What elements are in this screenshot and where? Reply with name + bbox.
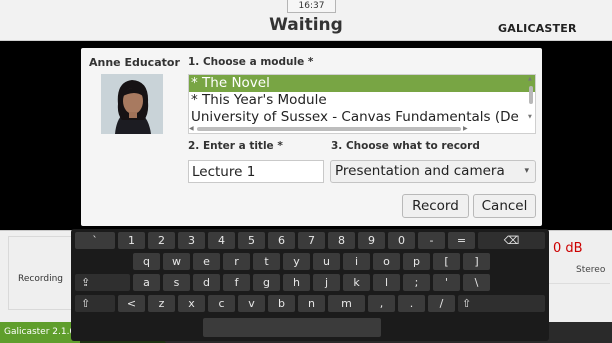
- key-t[interactable]: t: [253, 253, 280, 270]
- key-6[interactable]: 6: [268, 232, 295, 249]
- clock: 16:37: [287, 0, 336, 13]
- key-b[interactable]: b: [268, 295, 295, 312]
- metadata-dialog: Anne Educator 1. Choose a module * * The…: [81, 48, 542, 226]
- key-z[interactable]: z: [148, 295, 175, 312]
- key-r[interactable]: r: [223, 253, 250, 270]
- title-input[interactable]: [188, 160, 324, 183]
- key-h[interactable]: h: [283, 274, 310, 291]
- key-quote[interactable]: ': [433, 274, 460, 291]
- top-bar: 16:37 Waiting GALICASTER: [0, 0, 612, 41]
- key-c[interactable]: c: [208, 295, 235, 312]
- key-8[interactable]: 8: [328, 232, 355, 249]
- key-period[interactable]: .: [398, 295, 425, 312]
- presenter-name: Anne Educator: [89, 56, 180, 69]
- key-f[interactable]: f: [223, 274, 250, 291]
- backspace-icon[interactable]: ⌫: [478, 232, 545, 249]
- key-comma[interactable]: ,: [368, 295, 395, 312]
- key-0[interactable]: 0: [388, 232, 415, 249]
- key-minus[interactable]: -: [418, 232, 445, 249]
- key-3[interactable]: 3: [178, 232, 205, 249]
- scroll-down-icon[interactable]: ▼: [528, 115, 534, 120]
- key-e[interactable]: e: [193, 253, 220, 270]
- avatar: [101, 74, 163, 134]
- galicaster-logo: GALICASTER: [498, 22, 577, 35]
- horizontal-scroll-thumb[interactable]: [197, 127, 461, 131]
- scroll-right-icon[interactable]: ▶: [463, 125, 468, 132]
- space-bar[interactable]: [203, 318, 381, 337]
- key-q[interactable]: q: [133, 253, 160, 270]
- record-select-value: Presentation and camera: [335, 163, 505, 179]
- record-select[interactable]: Presentation and camera ▾: [330, 160, 536, 183]
- horizontal-scrollbar[interactable]: ◀ ▶: [189, 125, 468, 132]
- key-i[interactable]: i: [343, 253, 370, 270]
- record-label: 3. Choose what to record: [331, 140, 480, 152]
- key-slash[interactable]: /: [428, 295, 455, 312]
- presenter-photo: [101, 74, 163, 134]
- title-label: 2. Enter a title *: [188, 140, 283, 152]
- caps-lock-icon[interactable]: ⇪: [75, 274, 130, 291]
- module-item-0[interactable]: * The Novel: [189, 75, 535, 92]
- key-m[interactable]: m: [328, 295, 365, 312]
- shift-right-icon[interactable]: ⇧: [458, 295, 545, 312]
- version-label: Galicaster 2.1.0: [0, 322, 80, 343]
- cancel-button[interactable]: Cancel: [473, 194, 536, 218]
- vertical-scroll-thumb[interactable]: [529, 86, 533, 104]
- record-button[interactable]: Record: [402, 194, 469, 218]
- key-equals[interactable]: =: [448, 232, 475, 249]
- key-2[interactable]: 2: [148, 232, 175, 249]
- key-o[interactable]: o: [373, 253, 400, 270]
- status-box: [8, 236, 74, 310]
- key-v[interactable]: v: [238, 295, 265, 312]
- vertical-scrollbar[interactable]: ▲ ▼: [528, 77, 534, 121]
- key-g[interactable]: g: [253, 274, 280, 291]
- module-list[interactable]: * The Novel * This Year's Module Univers…: [188, 74, 536, 134]
- on-screen-keyboard: ` 1 2 3 4 5 6 7 8 9 0 - = ⌫ q w e r t y …: [71, 229, 549, 341]
- module-label: 1. Choose a module *: [188, 56, 314, 68]
- key-s[interactable]: s: [163, 274, 190, 291]
- key-left-bracket[interactable]: [: [433, 253, 460, 270]
- dropdown-arrow-icon: ▾: [524, 166, 529, 176]
- key-n[interactable]: n: [298, 295, 325, 312]
- key-a[interactable]: a: [133, 274, 160, 291]
- key-5[interactable]: 5: [238, 232, 265, 249]
- divider: [548, 283, 610, 284]
- key-d[interactable]: d: [193, 274, 220, 291]
- key-w[interactable]: w: [163, 253, 190, 270]
- key-1[interactable]: 1: [118, 232, 145, 249]
- key-4[interactable]: 4: [208, 232, 235, 249]
- key-k[interactable]: k: [343, 274, 370, 291]
- audio-level: 0 dB: [553, 241, 583, 256]
- key-l[interactable]: l: [373, 274, 400, 291]
- key-less-than[interactable]: <: [118, 295, 145, 312]
- key-u[interactable]: u: [313, 253, 340, 270]
- shift-left-icon[interactable]: ⇧: [75, 295, 115, 312]
- scroll-left-icon[interactable]: ◀: [189, 125, 194, 132]
- key-p[interactable]: p: [403, 253, 430, 270]
- module-item-1[interactable]: * This Year's Module: [189, 92, 535, 109]
- key-7[interactable]: 7: [298, 232, 325, 249]
- module-item-2[interactable]: University of Sussex - Canvas Fundamenta…: [189, 109, 535, 126]
- key-semicolon[interactable]: ;: [403, 274, 430, 291]
- key-x[interactable]: x: [178, 295, 205, 312]
- key-9[interactable]: 9: [358, 232, 385, 249]
- key-right-bracket[interactable]: ]: [463, 253, 490, 270]
- recording-label: Recording: [18, 274, 64, 284]
- scroll-up-icon[interactable]: ▲: [528, 77, 534, 82]
- key-y[interactable]: y: [283, 253, 310, 270]
- key-j[interactable]: j: [313, 274, 340, 291]
- audio-mode: Stereo: [576, 265, 606, 275]
- key-backslash[interactable]: \: [463, 274, 490, 291]
- key-backtick[interactable]: `: [75, 232, 115, 249]
